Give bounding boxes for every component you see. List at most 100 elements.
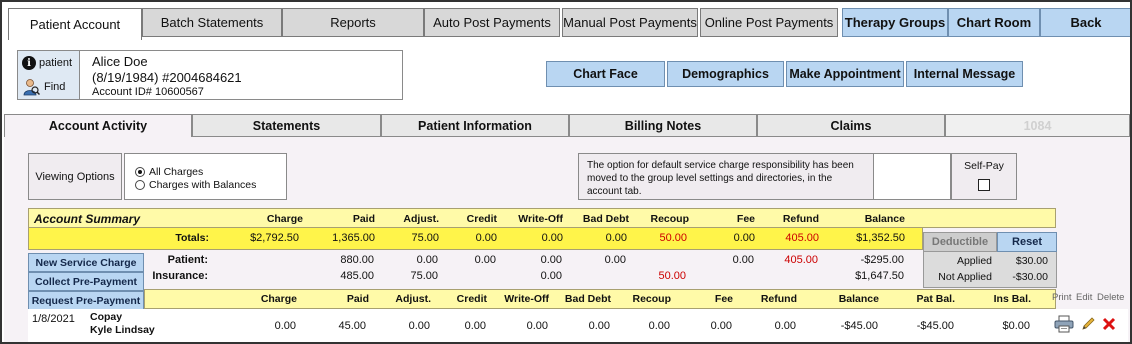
col-writeoff: Write-Off: [518, 213, 563, 225]
insurance-balance: $1,647.50: [855, 270, 904, 282]
tab-auto-post-payments[interactable]: Auto Post Payments: [424, 8, 560, 37]
det-col-charge: Charge: [260, 293, 297, 305]
chart-room-button[interactable]: Chart Room: [948, 8, 1040, 37]
reset-button[interactable]: Reset: [997, 232, 1057, 252]
radio-charges-with-balances[interactable]: Charges with Balances: [135, 179, 256, 191]
print-column-label: Print: [1052, 292, 1072, 303]
totals-credit: 0.00: [475, 232, 497, 244]
row-date: 1/8/2021: [32, 313, 75, 325]
totals-refund: 405.00: [785, 232, 819, 244]
patient-name: Alice Doe: [92, 54, 148, 69]
request-pre-payment-button[interactable]: Request Pre-Payment: [28, 291, 144, 310]
delete-x-icon[interactable]: [1102, 317, 1116, 331]
totals-row: Totals: $2,792.50 1,365.00 75.00 0.00 0.…: [28, 228, 923, 250]
new-service-charge-button[interactable]: New Service Charge: [28, 253, 144, 272]
row-charge: 0.00: [274, 320, 296, 332]
row-recoup: 0.00: [648, 320, 670, 332]
row-type: Copay: [90, 311, 123, 323]
det-col-refund: Refund: [760, 293, 797, 305]
patient-baddebt: 0.00: [604, 254, 626, 266]
totals-recoup: 50.00: [659, 232, 687, 244]
insurance-writeoff: 0.00: [540, 270, 562, 282]
self-pay-box: Self-Pay: [951, 153, 1017, 200]
viewing-options-group: All Charges Charges with Balances: [124, 153, 287, 200]
patient-paid: 880.00: [340, 254, 374, 266]
viewing-options-label: Viewing Options: [28, 153, 122, 200]
tab-batch-statements[interactable]: Batch Statements: [142, 8, 282, 37]
notice-blank-cell: [873, 153, 951, 200]
detail-header: Charge Paid Adjust. Credit Write-Off Bad…: [144, 289, 1056, 309]
det-col-paid: Paid: [346, 293, 369, 305]
totals-fee: 0.00: [733, 232, 755, 244]
radio-unselected-icon: [135, 180, 145, 190]
top-navigation: Patient Account Batch Statements Reports…: [4, 5, 1130, 40]
tab-account-activity[interactable]: Account Activity: [4, 114, 192, 137]
tab-patient-account[interactable]: Patient Account: [8, 8, 142, 40]
insurance-recoup: 50.00: [658, 270, 686, 282]
tab-manual-post-payments[interactable]: Manual Post Payments: [562, 8, 698, 37]
col-balance: Balance: [864, 213, 905, 225]
row-credit: 0.00: [464, 320, 486, 332]
radio-all-charges[interactable]: All Charges: [135, 166, 203, 178]
find-patient-link[interactable]: Find: [22, 78, 65, 96]
patient-adjust: 0.00: [416, 254, 438, 266]
self-pay-checkbox[interactable]: [978, 179, 990, 191]
col-paid: Paid: [352, 213, 375, 225]
radio-selected-icon: [135, 167, 145, 177]
deductible-label: Deductible: [923, 232, 997, 252]
account-subtabs: Account Activity Statements Patient Info…: [4, 114, 1130, 137]
collect-pre-payment-button[interactable]: Collect Pre-Payment: [28, 272, 144, 291]
responsibility-notice: The option for default service charge re…: [578, 153, 874, 200]
delete-column-label: Delete: [1097, 292, 1125, 303]
tab-patient-information[interactable]: Patient Information: [381, 114, 569, 137]
app-frame: Patient Account Batch Statements Reports…: [0, 0, 1132, 344]
demographics-button[interactable]: Demographics: [667, 61, 784, 87]
tab-reports[interactable]: Reports: [282, 8, 424, 37]
insurance-paid: 485.00: [340, 270, 374, 282]
patient-info-link[interactable]: i patient: [22, 56, 72, 70]
deductible-applied-label: Applied: [956, 255, 992, 267]
insurance-row-label: Insurance:: [152, 270, 208, 282]
deductible-not-applied-value: -$30.00: [1012, 271, 1048, 283]
chart-face-button[interactable]: Chart Face: [546, 61, 665, 87]
patient-account-id: Account ID# 10600567: [92, 86, 204, 98]
col-fee: Fee: [736, 213, 755, 225]
totals-writeoff: 0.00: [541, 232, 563, 244]
tab-online-post-payments[interactable]: Online Post Payments: [700, 8, 838, 37]
tab-billing-notes[interactable]: Billing Notes: [569, 114, 757, 137]
therapy-groups-button[interactable]: Therapy Groups: [842, 8, 948, 37]
printer-icon[interactable]: [1054, 315, 1074, 333]
row-balance: -$45.00: [840, 320, 878, 332]
row-baddebt: 0.00: [588, 320, 610, 332]
tab-statements[interactable]: Statements: [192, 114, 381, 137]
det-col-patbal: Pat Bal.: [916, 293, 955, 305]
totals-balance: $1,352.50: [856, 232, 905, 244]
patient-dob: (8/19/1984) #2004684621: [92, 70, 242, 85]
tab-1084[interactable]: 1084: [945, 114, 1130, 137]
det-col-baddebt: Bad Debt: [564, 293, 611, 305]
col-baddebt: Bad Debt: [582, 213, 629, 225]
det-col-balance: Balance: [838, 293, 879, 305]
person-search-icon: [23, 79, 40, 96]
internal-message-button[interactable]: Internal Message: [906, 61, 1023, 87]
pencil-edit-icon[interactable]: [1080, 316, 1096, 332]
info-icon: i: [22, 56, 36, 70]
back-button[interactable]: Back: [1040, 8, 1130, 37]
patient-label: patient: [39, 57, 73, 69]
find-label: Find: [44, 81, 66, 93]
tab-claims[interactable]: Claims: [757, 114, 945, 137]
table-row[interactable]: 1/8/2021 Copay Kyle Lindsay 0.00 45.00 0…: [28, 309, 1128, 342]
col-credit: Credit: [466, 213, 497, 225]
deductible-not-applied-label: Not Applied: [938, 271, 992, 283]
totals-label: Totals:: [175, 232, 209, 244]
totals-charge: $2,792.50: [250, 232, 299, 244]
patient-credit: 0.00: [474, 254, 496, 266]
row-writeoff: 0.00: [526, 320, 548, 332]
row-refund: 0.00: [774, 320, 796, 332]
row-patbal: -$45.00: [916, 320, 954, 332]
col-adjust: Adjust.: [403, 213, 439, 225]
patient-balance: -$295.00: [860, 254, 904, 266]
make-appointment-button[interactable]: Make Appointment: [786, 61, 904, 87]
totals-adjust: 75.00: [411, 232, 439, 244]
account-summary-title: Account Summary: [34, 212, 141, 226]
